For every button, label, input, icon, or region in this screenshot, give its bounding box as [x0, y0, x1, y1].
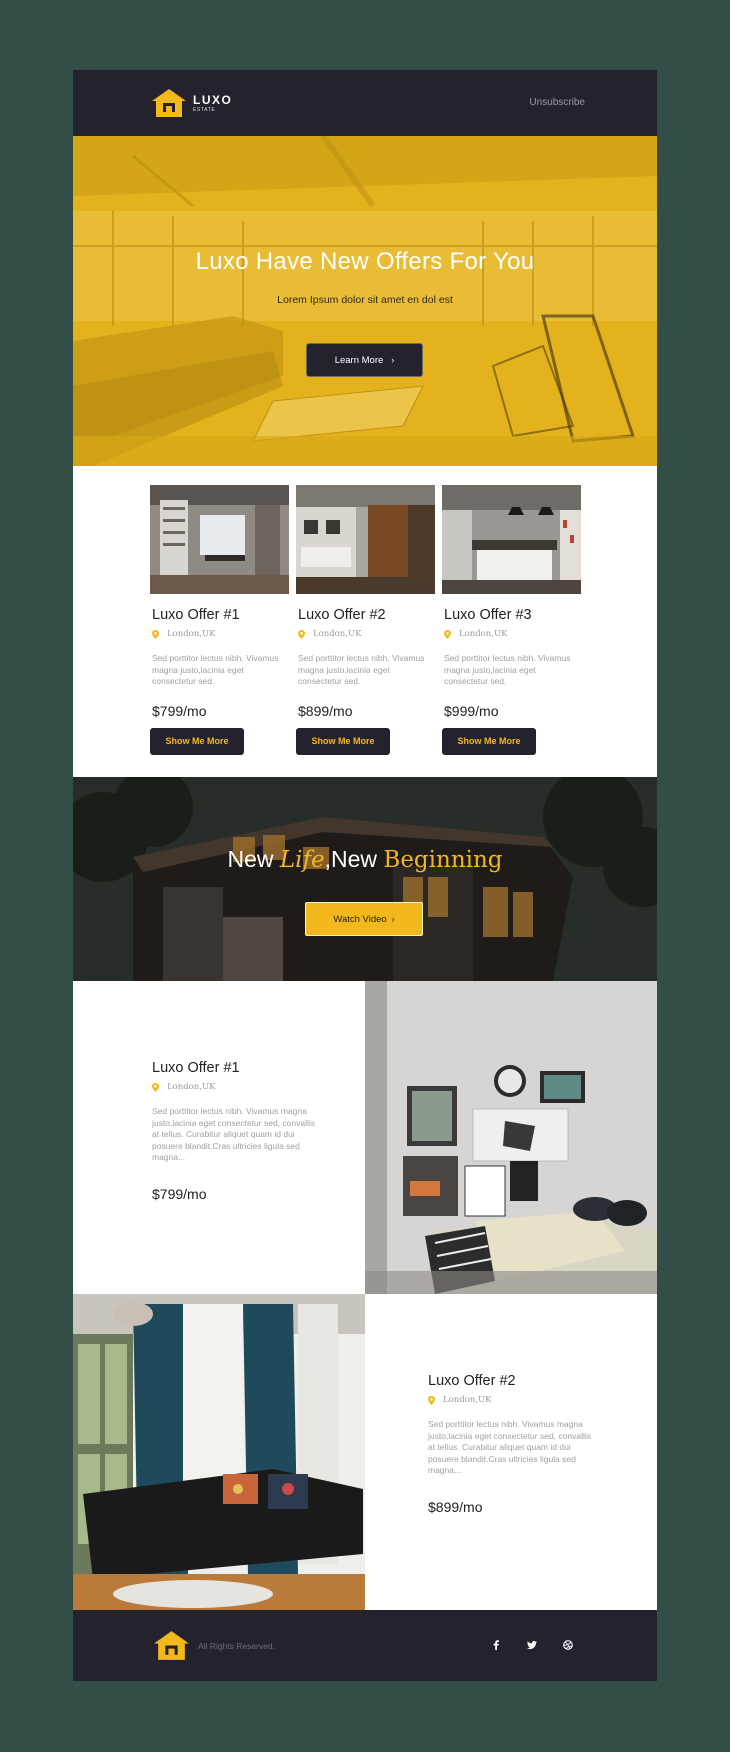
hero-section: Luxo Have New Offers For You Lorem Ipsum… — [73, 136, 657, 466]
banner-title: New Life,New Beginning — [73, 846, 657, 873]
offer-1-location-text: London,UK — [167, 629, 216, 639]
email-container: LUXO ESTATE Unsubscribe Luxo Have New Of… — [73, 70, 657, 1681]
feature-1-title: Luxo Offer #1 — [152, 1060, 240, 1076]
offer-1-title: Luxo Offer #1 — [152, 607, 240, 623]
offer-2-location: London,UK — [298, 629, 435, 639]
feature-2-text: Luxo Offer #2 London,UK Sed porttitor le… — [428, 1373, 608, 1515]
learn-more-button[interactable]: Learn More › — [306, 343, 423, 377]
offer-2-location-text: London,UK — [313, 629, 362, 639]
header: LUXO ESTATE Unsubscribe — [73, 70, 657, 136]
house-background-image — [73, 777, 657, 981]
banner-word-new: New — [227, 846, 280, 872]
learn-more-label: Learn More — [334, 354, 384, 366]
offer-2-title: Luxo Offer #2 — [298, 607, 386, 623]
location-pin-icon — [428, 1395, 435, 1405]
offer-3-description: Sed porttitor lectus nibh. Vivamus magna… — [444, 653, 571, 686]
feature-1-location: London,UK — [152, 1082, 332, 1092]
new-life-banner: New Life,New Beginning — [73, 777, 657, 981]
copyright-text: All Rights Reserved. — [198, 1641, 276, 1651]
offer-card-1: Luxo Offer #1 London,UK Sed porttitor le… — [150, 485, 289, 755]
offer-card-2: Luxo Offer #2 London,UK Sed porttitor le… — [296, 485, 435, 755]
chevron-right-icon: › — [391, 355, 395, 365]
house-logo-icon — [152, 89, 186, 117]
hero-subtitle: Lorem Ipsum dolor sit amet en dol est — [277, 294, 453, 306]
logo[interactable]: LUXO ESTATE — [151, 87, 232, 119]
feature-1-bedroom-image — [365, 981, 657, 1294]
dribbble-icon[interactable] — [561, 1638, 575, 1652]
offer-1-image — [150, 485, 289, 594]
feature-1-price: $799/mo — [152, 1185, 207, 1202]
offer-2-price: $899/mo — [298, 702, 353, 719]
offer-3-location-text: London,UK — [459, 629, 508, 639]
feature-2-price: $899/mo — [428, 1498, 483, 1515]
offer-2-description: Sed porttitor lectus nibh. Vivamus magna… — [298, 653, 425, 686]
brand-name: LUXO — [193, 92, 233, 107]
offer-1-price: $799/mo — [152, 702, 207, 719]
chevron-right-icon: › — [391, 914, 395, 924]
banner-word-new-2: ,New — [324, 846, 384, 872]
offer-3-location: London,UK — [444, 629, 581, 639]
offer-2-show-more-button[interactable]: Show Me More — [296, 727, 390, 755]
hero-title: Luxo Have New Offers For You — [195, 248, 535, 275]
offer-1-description: Sed porttitor lectus nibh. Vivamus magna… — [152, 653, 279, 686]
house-logo-icon[interactable] — [153, 1630, 190, 1661]
feature-2-location-text: London,UK — [443, 1395, 492, 1405]
feature-2-title: Luxo Offer #2 — [428, 1373, 516, 1389]
logo-wordmark: LUXO ESTATE — [193, 94, 232, 113]
offer-1-location: London,UK — [152, 629, 289, 639]
watch-video-button[interactable]: Watch Video › — [305, 902, 423, 936]
location-pin-icon — [152, 629, 159, 639]
feature-1-location-text: London,UK — [167, 1082, 216, 1092]
watch-video-label: Watch Video — [333, 913, 387, 925]
location-pin-icon — [444, 629, 451, 639]
feature-2-location: London,UK — [428, 1395, 608, 1405]
twitter-icon[interactable] — [525, 1638, 539, 1652]
feature-1-description: Sed porttitor lectus nibh. Vivamus magna… — [152, 1106, 316, 1162]
offer-3-price: $999/mo — [444, 702, 499, 719]
offer-2-image — [296, 485, 435, 594]
footer: All Rights Reserved. — [73, 1610, 657, 1681]
feature-2-description: Sed porttitor lectus nibh. Vivamus magna… — [428, 1419, 592, 1475]
feature-2-living-room-image — [73, 1294, 365, 1610]
feature-1-text: Luxo Offer #1 London,UK Sed porttitor le… — [152, 1060, 332, 1202]
offer-3-title: Luxo Offer #3 — [444, 607, 532, 623]
banner-word-life: Life — [279, 847, 325, 873]
brand-tagline: ESTATE — [193, 106, 216, 113]
banner-word-beginning: Beginning — [383, 847, 503, 873]
location-pin-icon — [298, 629, 305, 639]
offer-card-3: Luxo Offer #3 London,UK Sed porttitor le… — [442, 485, 581, 755]
offer-1-show-more-button[interactable]: Show Me More — [150, 727, 244, 755]
offer-3-show-more-button[interactable]: Show Me More — [442, 727, 536, 755]
offer-3-image — [442, 485, 581, 594]
facebook-icon[interactable] — [489, 1638, 503, 1652]
location-pin-icon — [152, 1082, 159, 1092]
unsubscribe-link[interactable]: Unsubscribe — [529, 97, 585, 108]
